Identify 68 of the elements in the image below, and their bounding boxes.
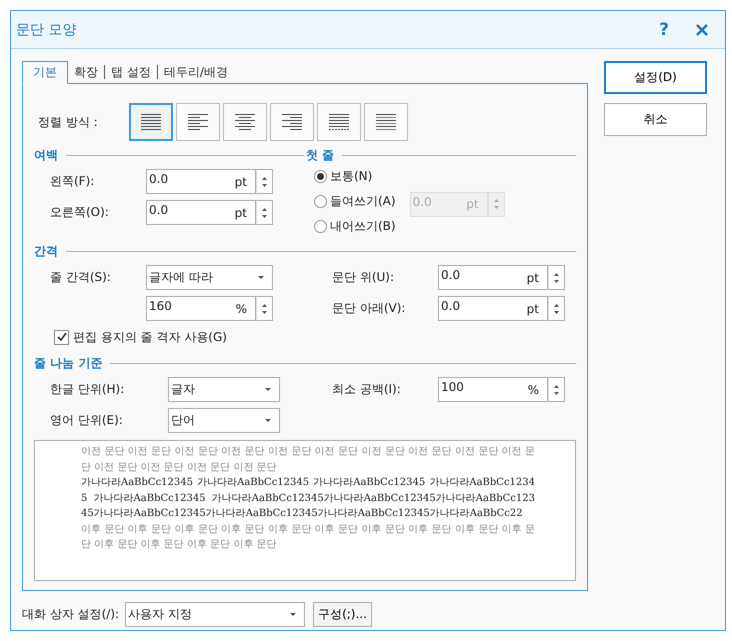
field-label: 최소 공백(I): bbox=[332, 381, 402, 398]
section-title: 간격 bbox=[34, 242, 58, 260]
up-down-arrows-icon bbox=[553, 302, 560, 316]
tab[interactable]: 테두리/배경 bbox=[158, 62, 234, 83]
help-button[interactable]: ? bbox=[659, 20, 669, 40]
tab[interactable]: 확장 bbox=[68, 62, 104, 83]
alignment-label: 정렬 방식 : bbox=[37, 114, 99, 130]
check-icon bbox=[56, 331, 68, 343]
tab[interactable]: 기본 bbox=[22, 61, 68, 84]
spin-button[interactable] bbox=[256, 169, 273, 194]
up-down-arrows-icon bbox=[261, 174, 268, 188]
spin-button[interactable] bbox=[548, 296, 565, 321]
spin-button[interactable] bbox=[256, 200, 273, 225]
preview-text: 가나다라AaBbCc12345 가나다라AaBbCc12345 가나다라AaBbCc12345 가나다라AaBbCc12345 가나다라AaBbCc12345 가나다라AaBbCc12345가나다라AaBbCc12345가나다라AaBbCc12345가나다라AaBbCc12345가나다라AaBbCc12345가나다라AaBbCc12345가나다라AaBbCc22 bbox=[81, 476, 535, 521]
alignment-button[interactable] bbox=[129, 103, 173, 141]
alignment-button[interactable] bbox=[270, 103, 314, 141]
field-label: 대화 상자 설정(/): bbox=[22, 606, 120, 622]
section-title: 여백 bbox=[34, 146, 58, 164]
up-down-arrows-icon bbox=[261, 206, 268, 220]
alignment-button[interactable] bbox=[176, 103, 220, 141]
tab[interactable]: 탭 설정 bbox=[105, 62, 157, 83]
alignment-button[interactable] bbox=[364, 103, 408, 141]
alignment-icon bbox=[186, 112, 210, 132]
preview-text: 이전 문단 이전 문단 이전 문단 이전 문단 이전 문단 이전 문단 이전 문단 이전 문단 이전 문단 이전 문단 이전 문단 이전 문단 이전 문단 이전 문단 bbox=[81, 445, 535, 474]
section-title: 줄 나눔 기준 bbox=[34, 354, 102, 372]
section-title: 첫 줄 bbox=[306, 146, 334, 164]
up-down-arrows-icon bbox=[261, 302, 268, 316]
number-field[interactable]: 0.0 pt bbox=[146, 169, 256, 194]
dialog-button[interactable]: 설정(D) bbox=[604, 61, 707, 94]
alignment-icon bbox=[139, 112, 163, 132]
radio-option[interactable]: 들여쓰기(A) bbox=[314, 189, 396, 213]
number-field[interactable]: 100 % bbox=[438, 377, 548, 402]
field-label: 줄 간격(S): bbox=[50, 269, 112, 286]
configure-button[interactable]: 구성(;)... bbox=[313, 602, 372, 626]
number-field[interactable]: 0.0 pt bbox=[146, 200, 256, 225]
dropdown[interactable]: 글자에 따라 bbox=[146, 265, 273, 290]
field-label: 문단 위(U): bbox=[332, 269, 396, 286]
close-icon[interactable] bbox=[695, 22, 709, 36]
up-down-arrows-icon bbox=[553, 382, 560, 396]
radio-option[interactable]: 내어쓰기(B) bbox=[314, 214, 396, 238]
up-down-arrows-icon bbox=[553, 270, 560, 284]
number-field[interactable]: 0.0 pt bbox=[438, 265, 548, 290]
dialog-button[interactable]: 취소 bbox=[604, 103, 707, 136]
spin-button[interactable] bbox=[256, 296, 273, 321]
checkbox[interactable] bbox=[54, 330, 69, 344]
window-title: 문단 모양 bbox=[16, 20, 78, 38]
alignment-icon bbox=[280, 112, 304, 132]
up-down-arrows-icon bbox=[492, 197, 500, 211]
number-field[interactable]: 160 % bbox=[146, 296, 256, 321]
field-label: 영어 단위(E): bbox=[50, 412, 124, 429]
preview-text: 이후 문단 이후 문단 이후 문단 이후 문단 이후 문단 이후 문단 이후 문단 이후 문단 이후 문단 이후 문단 이후 문단 이후 문단 이후 문단 이후 문단 bbox=[81, 522, 535, 552]
number-field[interactable]: 0.0 pt bbox=[438, 296, 548, 321]
dropdown[interactable]: 사용자 지정 bbox=[125, 602, 306, 626]
alignment-icon bbox=[327, 112, 351, 132]
spin-button[interactable] bbox=[548, 377, 565, 402]
field-label: 문단 아래(V): bbox=[332, 300, 406, 317]
spin-button[interactable] bbox=[548, 265, 565, 290]
checkbox-label[interactable]: 편집 용지의 줄 격자 사용(G) bbox=[73, 328, 227, 346]
alignment-button[interactable] bbox=[223, 103, 267, 141]
dropdown[interactable]: 단어 bbox=[168, 408, 280, 433]
field-label: 왼쪽(F): bbox=[50, 173, 96, 190]
alignment-button[interactable] bbox=[317, 103, 361, 141]
dropdown[interactable]: 글자 bbox=[168, 377, 280, 402]
alignment-icon bbox=[374, 112, 398, 132]
field-label: 한글 단위(H): bbox=[50, 381, 126, 398]
alignment-icon bbox=[233, 112, 257, 132]
radio-option[interactable]: 보통(N) bbox=[314, 164, 396, 188]
field-label: 오른쪽(O): bbox=[50, 204, 110, 221]
